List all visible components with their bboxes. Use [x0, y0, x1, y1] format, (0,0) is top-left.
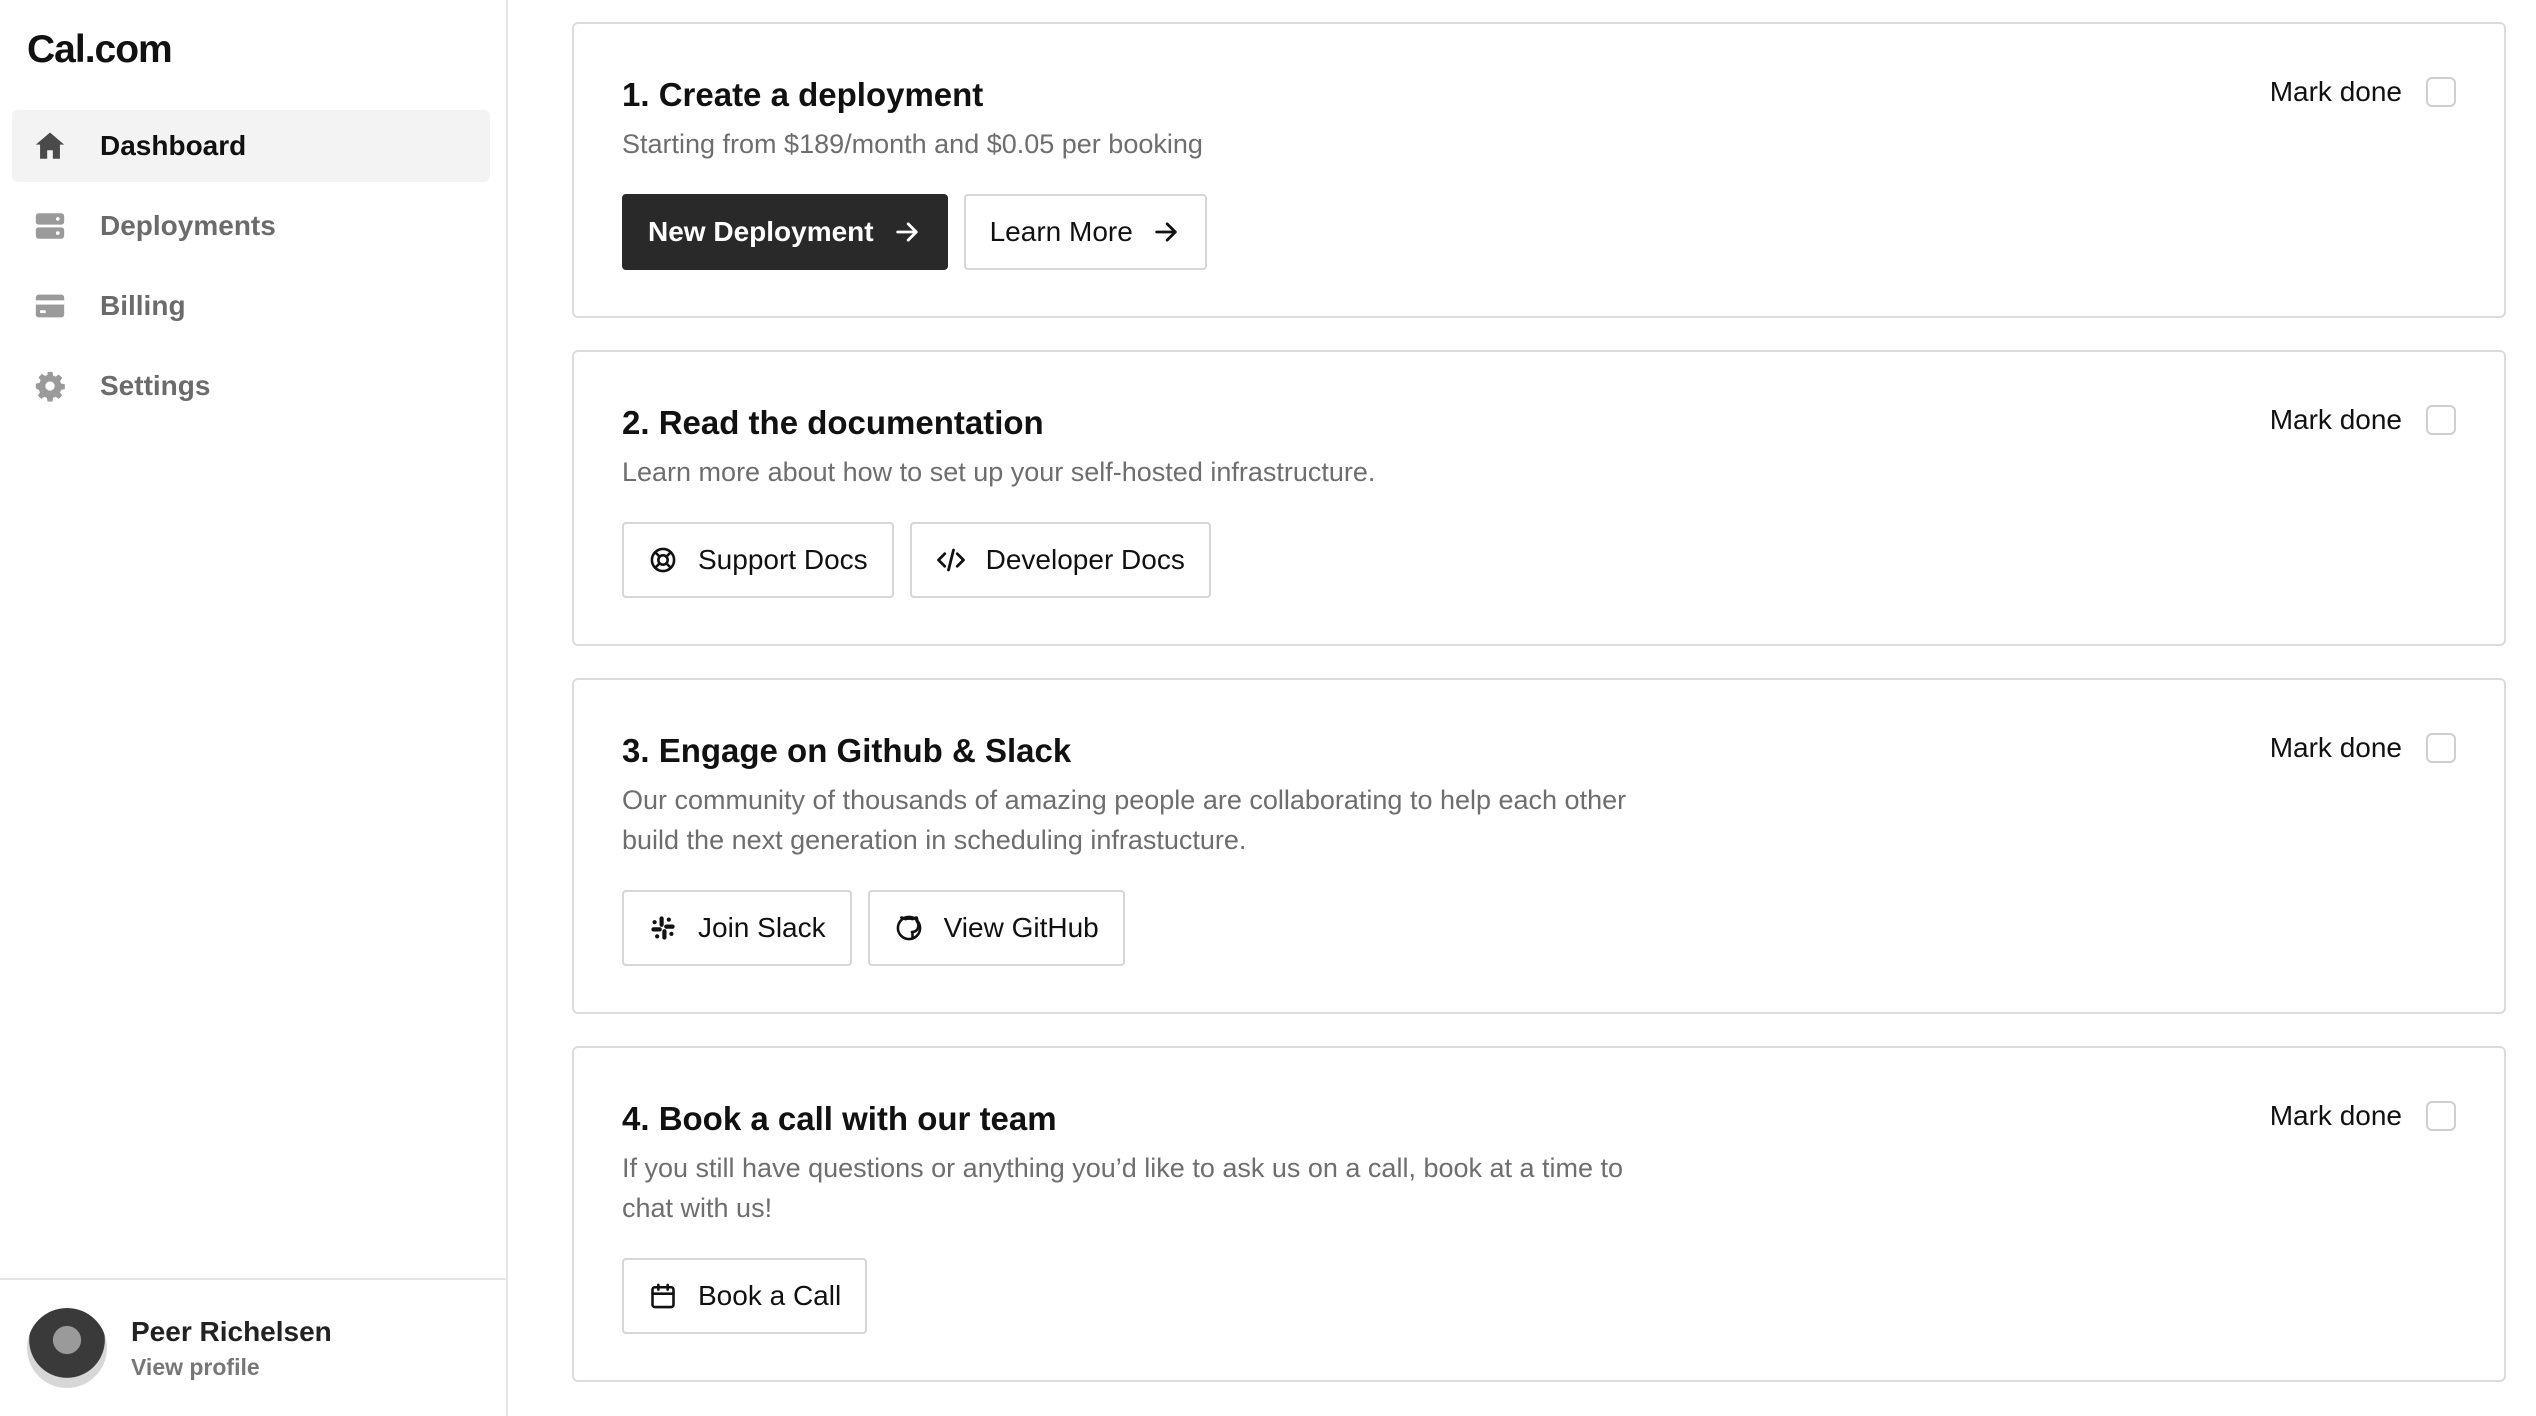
mark-done-toggle[interactable]: Mark done: [2270, 76, 2456, 108]
mark-done-label: Mark done: [2269, 76, 2402, 107]
onboarding-card-community: 3. Engage on Github & Slack Our communit…: [572, 678, 2506, 1014]
card-title: 3. Engage on Github & Slack: [622, 732, 1072, 769]
button-row: Join Slack View GitHub: [622, 890, 2456, 966]
logo[interactable]: Cal.com: [27, 28, 173, 72]
mark-done-label: Mark done: [2269, 404, 2402, 435]
button-label: Support Docs: [698, 544, 868, 575]
mark-done-label: Mark done: [2269, 732, 2402, 763]
view-profile-link[interactable]: View profile: [131, 1354, 332, 1381]
button-label: Book a Call: [698, 1280, 842, 1311]
mark-done-checkbox[interactable]: [2426, 1101, 2456, 1131]
card-description: Our community of thousands of amazing pe…: [622, 785, 1627, 855]
onboarding-card-deployment: 1. Create a deployment Starting from $18…: [572, 22, 2506, 318]
card-description: If you still have questions or anything …: [622, 1153, 1624, 1223]
button-row: New Deployment Learn More: [622, 194, 2456, 270]
server-icon: [32, 208, 68, 244]
mark-done-toggle[interactable]: Mark done: [2270, 404, 2456, 436]
new-deployment-button[interactable]: New Deployment: [622, 194, 948, 270]
mark-done-checkbox[interactable]: [2426, 77, 2456, 107]
sidebar-item-label: Settings: [100, 370, 211, 401]
developer-docs-button[interactable]: Developer Docs: [909, 522, 1211, 598]
code-icon: [936, 545, 966, 575]
card-title: 4. Book a call with our team: [622, 1100, 1057, 1137]
mark-done-label: Mark done: [2269, 1100, 2402, 1131]
avatar[interactable]: [27, 1308, 107, 1388]
slack-icon: [648, 913, 678, 943]
profile-name: Peer Richelsen: [131, 1315, 332, 1347]
calendar-icon: [648, 1281, 678, 1311]
onboarding-card-documentation: 2. Read the documentation Learn more abo…: [572, 350, 2506, 646]
card-description: Learn more about how to set up your self…: [622, 457, 1376, 487]
sidebar-nav: Dashboard Deployments Billing Settings: [12, 110, 490, 430]
mark-done-checkbox[interactable]: [2426, 733, 2456, 763]
join-slack-button[interactable]: Join Slack: [622, 890, 852, 966]
sidebar-item-billing[interactable]: Billing: [12, 270, 490, 342]
arrow-right-icon: [1151, 217, 1181, 247]
support-docs-button[interactable]: Support Docs: [622, 522, 894, 598]
credit-card-icon: [32, 288, 68, 324]
sidebar-item-label: Billing: [100, 290, 186, 321]
profile-text: Peer Richelsen View profile: [131, 1316, 332, 1381]
github-icon: [894, 913, 924, 943]
user-profile[interactable]: Peer Richelsen View profile: [0, 1278, 506, 1416]
gear-icon: [32, 368, 68, 404]
arrow-right-icon: [892, 217, 922, 247]
button-row: Book a Call: [622, 1258, 2456, 1334]
sidebar-item-deployments[interactable]: Deployments: [12, 190, 490, 262]
sidebar-item-settings[interactable]: Settings: [12, 350, 490, 422]
sidebar: Cal.com Dashboard Deployments Billing Se…: [0, 0, 508, 1416]
sidebar-item-label: Deployments: [100, 210, 276, 241]
card-description: Starting from $189/month and $0.05 per b…: [622, 129, 1203, 159]
button-label: View GitHub: [943, 912, 1099, 943]
mark-done-toggle[interactable]: Mark done: [2270, 1100, 2456, 1132]
mark-done-checkbox[interactable]: [2426, 405, 2456, 435]
onboarding-card-book-call: 4. Book a call with our team If you stil…: [572, 1046, 2506, 1382]
card-title: 1. Create a deployment: [622, 76, 984, 113]
learn-more-button[interactable]: Learn More: [963, 194, 1207, 270]
book-a-call-button[interactable]: Book a Call: [622, 1258, 868, 1334]
sidebar-item-dashboard[interactable]: Dashboard: [12, 110, 490, 182]
card-title: 2. Read the documentation: [622, 404, 1044, 441]
sidebar-item-label: Dashboard: [100, 130, 247, 161]
view-github-button[interactable]: View GitHub: [867, 890, 1125, 966]
button-label: Learn More: [989, 216, 1133, 247]
main-content: 1. Create a deployment Starting from $18…: [572, 22, 2506, 1414]
button-label: Developer Docs: [985, 544, 1185, 575]
mark-done-toggle[interactable]: Mark done: [2270, 732, 2456, 764]
lifebuoy-icon: [648, 545, 678, 575]
button-label: Join Slack: [698, 912, 826, 943]
button-label: New Deployment: [648, 216, 874, 247]
home-icon: [32, 128, 68, 164]
app-root: Cal.com Dashboard Deployments Billing Se…: [0, 0, 2536, 1416]
button-row: Support Docs Developer Docs: [622, 522, 2456, 598]
